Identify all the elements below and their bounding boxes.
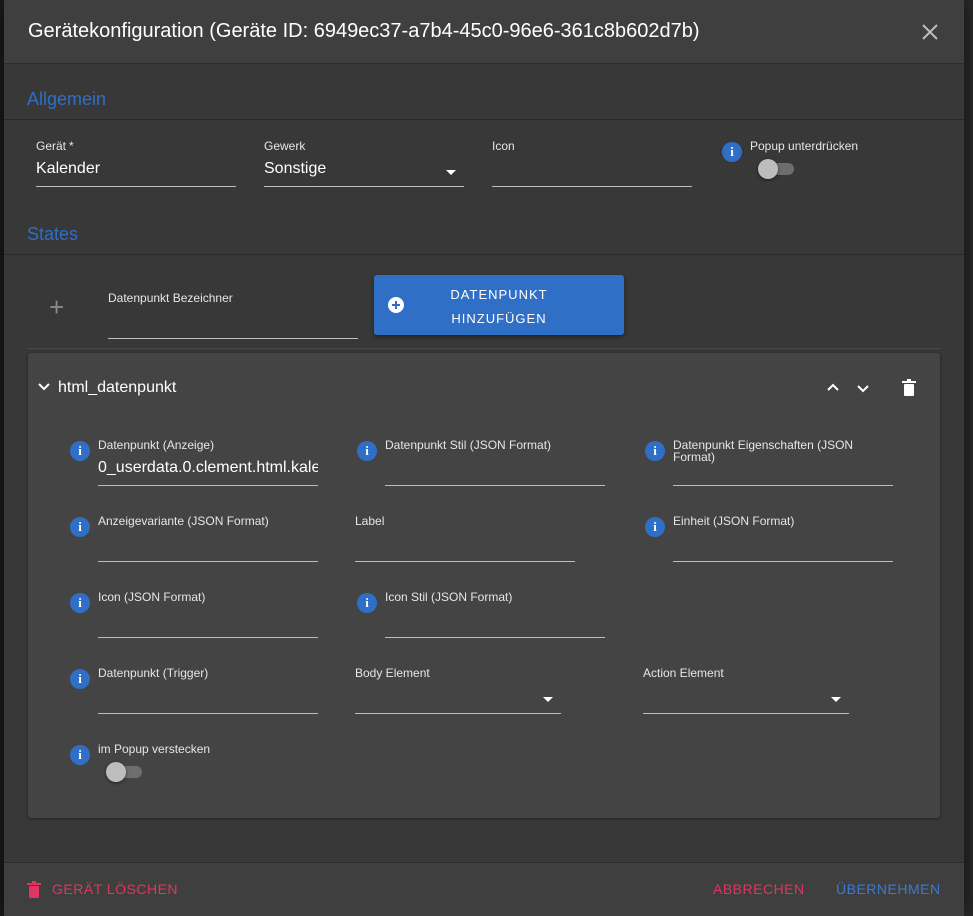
device-field[interactable]: Gerät * Kalender (36, 140, 236, 188)
icon-input[interactable] (492, 157, 692, 187)
info-icon[interactable]: i (357, 441, 377, 461)
dropdown-arrow-icon (446, 170, 456, 175)
backdrop (963, 0, 973, 916)
section-title-general: Allgemein (27, 89, 107, 109)
dp-display-label: Datenpunkt (Anzeige) (98, 438, 215, 452)
label-label: Label (355, 514, 385, 528)
icon-style-input[interactable] (385, 608, 605, 638)
display-variant-field[interactable]: Anzeigevariante (JSON Format) (98, 515, 318, 563)
action-element-label: Action Element (643, 666, 724, 680)
close-icon[interactable] (918, 20, 942, 44)
info-icon[interactable]: i (70, 593, 90, 613)
dp-trigger-field[interactable]: Datenpunkt (Trigger) (98, 667, 318, 715)
required-mark: * (69, 139, 74, 153)
icon-json-field[interactable]: Icon (JSON Format) (98, 591, 318, 639)
popup-suppress-toggle[interactable] (758, 158, 796, 179)
body-element-value[interactable] (355, 684, 561, 714)
icon-style-label: Icon Stil (JSON Format) (385, 590, 513, 604)
dialog-header: Gerätekonfiguration (Geräte ID: 6949ec37… (4, 0, 964, 64)
add-datapoint-label: DATENPUNKT HINZUFÜGEN (450, 287, 548, 326)
delete-device-button[interactable]: GERÄT LÖSCHEN (52, 881, 178, 897)
datapoint-name-input[interactable] (108, 309, 358, 339)
info-icon[interactable]: i (70, 745, 90, 765)
info-icon[interactable]: i (357, 593, 377, 613)
hide-in-popup-field: im Popup verstecken (98, 743, 318, 763)
action-element-select[interactable]: Action Element (643, 667, 849, 715)
dp-style-field[interactable]: Datenpunkt Stil (JSON Format) (385, 439, 605, 487)
popup-suppress-label: Popup unterdrücken (750, 139, 859, 153)
info-icon[interactable]: i (645, 517, 665, 537)
info-icon[interactable]: i (722, 142, 742, 162)
body-element-select[interactable]: Body Element (355, 667, 561, 715)
chevron-down-icon[interactable] (37, 380, 51, 394)
datapoint-panel: html_datenpunkt i Datenpunkt (Anzeige) 0… (28, 353, 940, 818)
unit-field[interactable]: Einheit (JSON Format) (673, 515, 893, 563)
device-input[interactable]: Kalender (36, 157, 236, 187)
trash-icon[interactable] (27, 881, 41, 899)
trade-label: Gewerk (264, 139, 306, 153)
action-element-value[interactable] (643, 684, 849, 714)
body-element-label: Body Element (355, 666, 430, 680)
hide-in-popup-toggle[interactable] (106, 761, 144, 782)
device-config-dialog: Gerätekonfiguration (Geräte ID: 6949ec37… (4, 0, 964, 916)
dp-trigger-input[interactable] (98, 684, 318, 714)
dp-trigger-label: Datenpunkt (Trigger) (98, 666, 209, 680)
dialog-footer: GERÄT LÖSCHEN ABBRECHEN ÜBERNEHMEN (4, 862, 964, 916)
icon-json-input[interactable] (98, 608, 318, 638)
dp-display-input[interactable]: 0_userdata.0.clement.html.kalender (98, 456, 318, 486)
dp-style-label: Datenpunkt Stil (JSON Format) (385, 438, 552, 452)
unit-label: Einheit (JSON Format) (673, 514, 795, 528)
dropdown-arrow-icon (831, 697, 841, 702)
divider (4, 254, 964, 255)
add-circle-icon (388, 297, 404, 313)
apply-button[interactable]: ÜBERNEHMEN (836, 881, 941, 897)
label-field[interactable]: Label (355, 515, 575, 563)
trash-icon[interactable] (898, 377, 920, 399)
dp-props-input[interactable] (673, 456, 893, 486)
dp-props-field[interactable]: Datenpunkt Eigenschaften (JSON Format) (673, 439, 893, 487)
chevron-up-icon[interactable] (822, 377, 844, 399)
icon-field[interactable]: Icon (492, 140, 692, 188)
chevron-down-icon[interactable] (852, 377, 874, 399)
trade-select[interactable]: Gewerk Sonstige (264, 140, 464, 188)
section-title-states: States (27, 224, 79, 244)
dp-display-field[interactable]: Datenpunkt (Anzeige) 0_userdata.0.clemen… (98, 439, 318, 487)
hide-in-popup-label: im Popup verstecken (98, 742, 211, 756)
add-datapoint-button[interactable]: DATENPUNKT HINZUFÜGEN (374, 275, 624, 335)
dialog-title: Gerätekonfiguration (Geräte ID: 6949ec37… (28, 20, 700, 42)
icon-style-field[interactable]: Icon Stil (JSON Format) (385, 591, 605, 639)
icon-label: Icon (492, 139, 515, 153)
unit-input[interactable] (673, 532, 893, 562)
icon-json-label: Icon (JSON Format) (98, 590, 206, 604)
display-variant-input[interactable] (98, 532, 318, 562)
datapoint-name-label: Datenpunkt Bezeichner (108, 291, 233, 305)
divider (4, 119, 964, 120)
display-variant-label: Anzeigevariante (JSON Format) (98, 514, 269, 528)
info-icon[interactable]: i (70, 441, 90, 461)
dp-style-input[interactable] (385, 456, 605, 486)
trade-select-value[interactable]: Sonstige (264, 157, 464, 187)
cancel-button[interactable]: ABBRECHEN (713, 881, 805, 897)
label-input[interactable] (355, 532, 575, 562)
dropdown-arrow-icon (543, 697, 553, 702)
divider (28, 348, 940, 349)
info-icon[interactable]: i (70, 669, 90, 689)
datapoint-name-field[interactable]: Datenpunkt Bezeichner (108, 292, 358, 340)
info-icon[interactable]: i (70, 517, 90, 537)
info-icon[interactable]: i (645, 441, 665, 461)
plus-icon: + (49, 292, 65, 322)
panel-title[interactable]: html_datenpunkt (58, 379, 176, 397)
device-label: Gerät (36, 139, 67, 153)
